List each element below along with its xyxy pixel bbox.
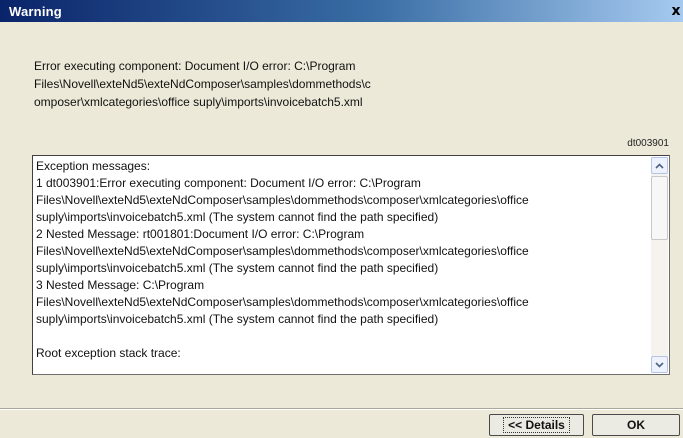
scroll-up-button[interactable] <box>651 157 668 174</box>
error-message: Error executing component: Document I/O … <box>34 57 594 111</box>
scrollbar-thumb[interactable] <box>651 176 668 240</box>
details-line: suply\imports\invoicebatch5.xml (The sys… <box>36 210 439 224</box>
scroll-down-button[interactable] <box>651 356 668 373</box>
details-line: Files\Novell\exteNd5\exteNdComposer\samp… <box>36 193 529 207</box>
error-message-line: Files\Novell\exteNd5\exteNdComposer\samp… <box>34 77 371 91</box>
chevron-down-icon <box>655 361 664 368</box>
details-button[interactable]: << Details <box>489 414 584 436</box>
ok-button[interactable]: OK <box>592 414 680 436</box>
window-title: Warning <box>9 4 62 19</box>
details-line: Files\Novell\exteNd5\exteNdComposer\samp… <box>36 244 529 258</box>
details-line: suply\imports\invoicebatch5.xml (The sys… <box>36 261 439 275</box>
error-message-line: omposer\xmlcategories\office suply\impor… <box>34 95 363 109</box>
title-bar: Warning x <box>0 0 683 22</box>
close-icon[interactable]: x <box>669 4 683 18</box>
error-message-line: Error executing component: Document I/O … <box>34 59 356 73</box>
details-line: 3 Nested Message: C:\Program <box>36 278 205 292</box>
details-line: Files\Novell\exteNd5\exteNdComposer\samp… <box>36 295 529 309</box>
details-button-label: << Details <box>503 417 570 433</box>
details-line: suply\imports\invoicebatch5.xml (The sys… <box>36 312 439 326</box>
button-bar-divider-highlight <box>0 409 683 410</box>
details-line: 1 dt003901:Error executing component: Do… <box>36 176 421 190</box>
details-line: 2 Nested Message: rt001801:Document I/O … <box>36 227 365 241</box>
vertical-scrollbar[interactable] <box>651 157 668 373</box>
details-line: Root exception stack trace: <box>36 346 181 360</box>
exception-details-textarea[interactable]: Exception messages: 1 dt003901:Error exe… <box>32 155 670 375</box>
details-line: Exception messages: <box>36 159 151 173</box>
exception-details-text: Exception messages: 1 dt003901:Error exe… <box>36 158 646 362</box>
error-code-label: dt003901 <box>627 138 669 149</box>
details-line <box>36 328 646 345</box>
chevron-up-icon <box>655 162 664 169</box>
